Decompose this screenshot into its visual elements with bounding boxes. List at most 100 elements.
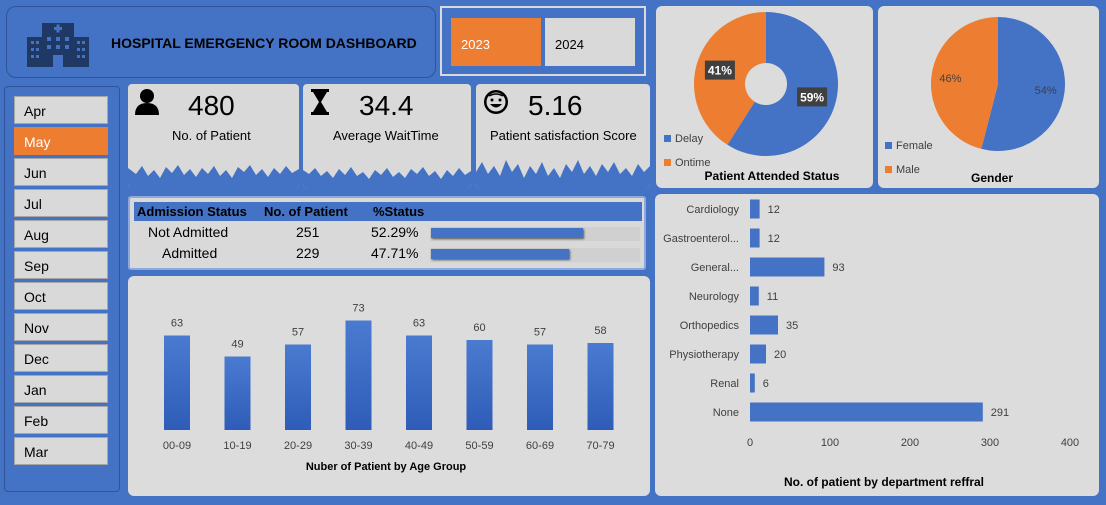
bar-cardiology: [750, 199, 760, 219]
header-admission-status: Admission Status: [137, 204, 247, 219]
month-button-mar[interactable]: Mar: [14, 437, 108, 465]
kpi-value-patients: 480: [188, 90, 235, 121]
person-icon: [135, 89, 159, 115]
data-label: 35: [786, 320, 798, 332]
bar-orthopedics: [750, 315, 778, 335]
kpi-card-patients: 480 No. of Patient: [128, 84, 299, 188]
pct-bar: [431, 249, 570, 259]
month-button-may[interactable]: May: [14, 127, 108, 155]
month-button-oct[interactable]: Oct: [14, 282, 108, 310]
tick-label: 60-69: [526, 440, 554, 452]
data-label: 20: [774, 349, 786, 361]
category-label: General...: [691, 262, 739, 274]
slice-label: 41%: [708, 64, 732, 78]
kpi-label-waittime: Average WaitTime: [333, 128, 439, 143]
bar-neurology: [750, 286, 759, 306]
dashboard-title: HOSPITAL EMERGENCY ROOM DASHBOARD: [111, 35, 417, 51]
kpi-value-waittime: 34.4: [359, 90, 414, 121]
slice-label: 54%: [1035, 85, 1057, 97]
month-button-jun[interactable]: Jun: [14, 158, 108, 186]
bar-gastroenterol: [750, 228, 760, 248]
tick-label: 0: [747, 437, 753, 449]
sparkline-patients: [128, 165, 299, 188]
bar-40-49: [406, 335, 432, 430]
tick-label: 40-49: [405, 440, 433, 452]
chart-title: Gender: [971, 171, 1013, 185]
data-label: 63: [171, 318, 183, 330]
sparkline-waittime: [303, 167, 471, 188]
bar-20-29: [285, 344, 311, 430]
data-label: 57: [534, 327, 546, 339]
bar-30-39: [345, 320, 372, 430]
age-group-chart: 63 00-09 49 10-19 57 20-29 73 30-39 63 40-49 60 50-…: [163, 303, 615, 474]
title-banner: HOSPITAL EMERGENCY ROOM DASHBOARD: [6, 6, 436, 78]
category-label: Physiotherapy: [669, 349, 739, 361]
kpi-label-satisfaction: Patient satisfaction Score: [490, 128, 637, 143]
tick-label: 30-39: [344, 440, 372, 452]
legend-female: Female: [885, 140, 933, 152]
year-button-2023[interactable]: 2023: [451, 18, 541, 66]
month-button-jan[interactable]: Jan: [14, 375, 108, 403]
legend-delay: Delay: [664, 133, 703, 145]
category-label: Orthopedics: [680, 320, 740, 332]
month-button-aug[interactable]: Aug: [14, 220, 108, 248]
month-button-dec[interactable]: Dec: [14, 344, 108, 372]
department-chart: Cardiology 12 Gastroenterol... 12 General...…: [663, 199, 1079, 489]
data-label: 57: [292, 327, 304, 339]
admission-status-table: Admission Status No. of Patient %Status …: [128, 196, 646, 270]
category-label: None: [713, 407, 739, 419]
data-label: 63: [413, 318, 425, 330]
tick-label: 300: [981, 437, 999, 449]
month-slicer: Apr May Jun Jul Aug Sep Oct Nov Dec Jan …: [4, 86, 120, 492]
row-pct: 47.71%: [371, 245, 419, 261]
hospital-icon: [27, 23, 89, 67]
gender-chart: 54% 46% Gender: [931, 17, 1065, 185]
row-pct: 52.29%: [371, 224, 419, 240]
data-label: 12: [768, 233, 780, 245]
kpi-card-waittime: 34.4 Average WaitTime: [303, 84, 471, 188]
table-header: Admission Status No. of Patient %Status: [134, 202, 642, 221]
category-label: Gastroenterol...: [663, 233, 739, 245]
kpi-value-satisfaction: 5.16: [528, 90, 583, 121]
bar-none: [750, 402, 983, 422]
kpi-card-satisfaction: 5.16 Patient satisfaction Score: [476, 84, 650, 188]
category-label: Neurology: [689, 291, 740, 303]
bar-general: [750, 257, 825, 277]
kpi-label-patients: No. of Patient: [172, 128, 251, 143]
year-slicer: 2023 2024: [440, 6, 646, 76]
bar-50-59: [466, 340, 493, 430]
bar-60-69: [527, 344, 553, 430]
category-label: Renal: [710, 378, 739, 390]
gender-panel: 54% 46% Gender Female Male: [878, 6, 1099, 188]
tick-label: 20-29: [284, 440, 312, 452]
chart-title: Patient Attended Status: [705, 169, 840, 183]
row-status: Not Admitted: [148, 224, 229, 240]
attended-status-panel: 59% 41% Patient Attended Status Delay Onti…: [656, 6, 873, 188]
year-button-2024[interactable]: 2024: [545, 18, 635, 66]
tick-label: 200: [901, 437, 919, 449]
chart-title: No. of patient by department reffral: [784, 475, 984, 489]
month-button-jul[interactable]: Jul: [14, 189, 108, 217]
row-status: Admitted: [162, 245, 218, 261]
tick-label: 70-79: [586, 440, 614, 452]
category-label: Cardiology: [686, 204, 739, 216]
slice-label: 46%: [939, 73, 961, 85]
age-group-panel: 63 00-09 49 10-19 57 20-29 73 30-39 63 40-49 60 50-…: [128, 276, 650, 496]
slice-label: 59%: [800, 90, 824, 104]
legend-ontime: Ontime: [664, 157, 710, 169]
pct-bar: [431, 228, 583, 238]
data-label: 93: [832, 262, 844, 274]
data-label: 58: [594, 325, 606, 337]
bar-renal: [750, 373, 755, 393]
tick-label: 00-09: [163, 440, 191, 452]
smiley-icon: [484, 90, 508, 114]
bar-70-79: [587, 343, 614, 430]
month-button-sep[interactable]: Sep: [14, 251, 108, 279]
month-button-apr[interactable]: Apr: [14, 96, 108, 124]
legend-male: Male: [885, 164, 920, 176]
data-label: 291: [991, 407, 1009, 419]
bar-00-09: [164, 335, 190, 430]
month-button-feb[interactable]: Feb: [14, 406, 108, 434]
row-count: 229: [296, 245, 320, 261]
month-button-nov[interactable]: Nov: [14, 313, 108, 341]
